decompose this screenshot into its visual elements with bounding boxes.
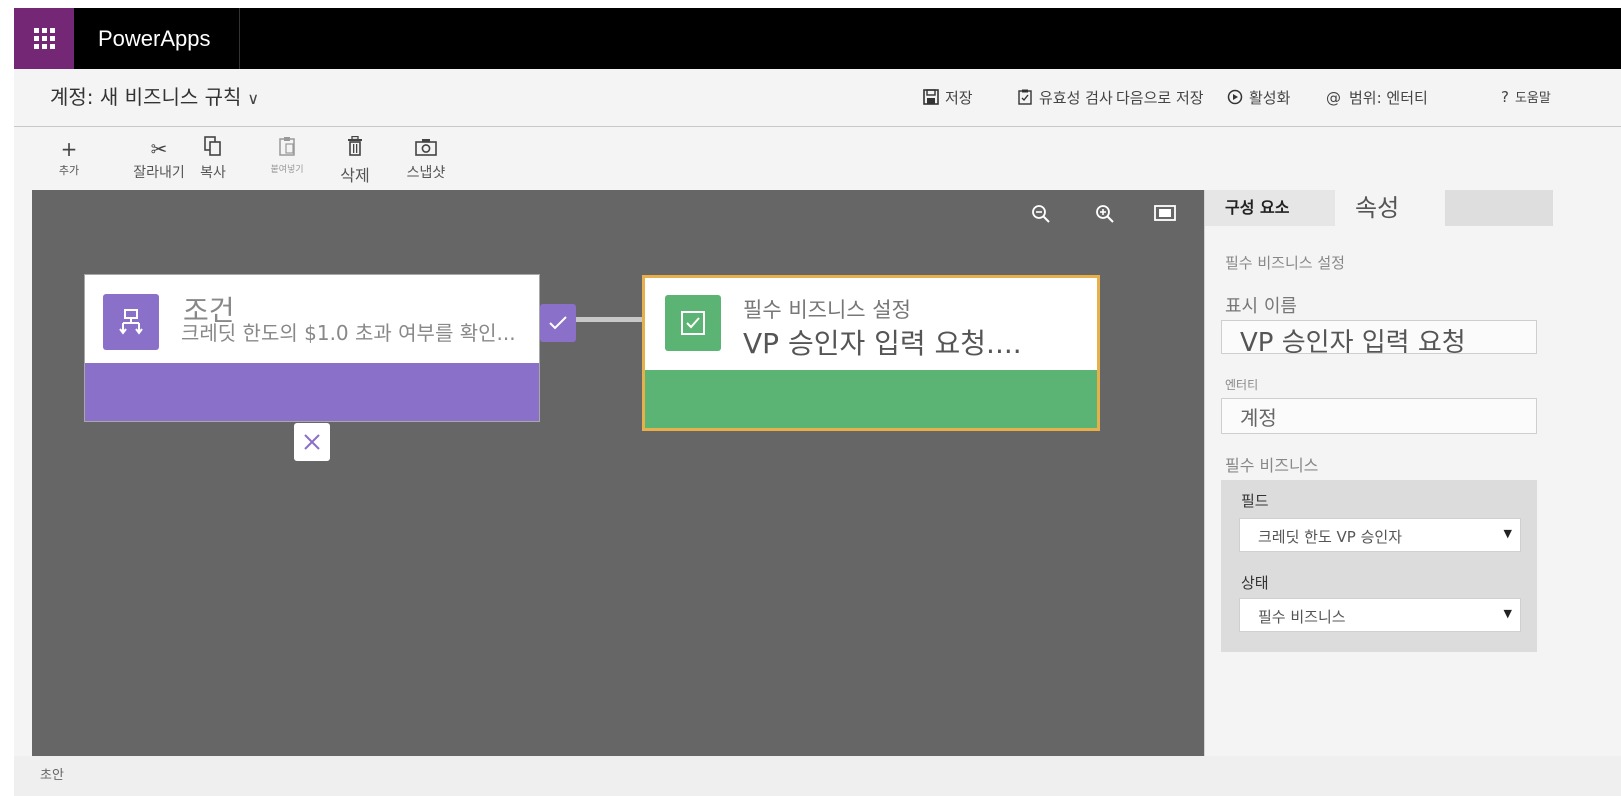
toolbar: + 추가 ✂ 잘라내기 복사 붙여넣기 삭제 스냅샷 xyxy=(14,128,1621,198)
condition-band xyxy=(85,363,539,421)
display-name-label: 표시 이름 xyxy=(1225,296,1297,317)
copy-icon xyxy=(194,136,232,162)
paste-icon xyxy=(264,136,310,162)
clipboard-check-icon xyxy=(1018,89,1032,105)
app-window: PowerApps 계정: 새 비즈니스 규칙 ∨ 저장 유효성 검사 다음으로 … xyxy=(14,8,1621,796)
status-select[interactable]: 필수 비즈니스 ▼ xyxy=(1239,598,1521,632)
tab-components[interactable]: 구성 요소 xyxy=(1205,190,1335,226)
top-bar: PowerApps xyxy=(14,8,1621,69)
save-as-button[interactable]: 다음으로 저장 xyxy=(1116,87,1204,108)
at-icon: @ xyxy=(1326,89,1341,107)
action-card[interactable]: 필수 비즈니스 설정 VP 승인자 입력 요청.... xyxy=(642,275,1100,431)
activate-icon xyxy=(1227,89,1243,105)
status-bar: 초안 xyxy=(14,756,1621,796)
rule-title-dropdown[interactable]: 계정: 새 비즈니스 규칙 ∨ xyxy=(50,81,259,110)
paste-button[interactable]: 붙여넣기 xyxy=(264,136,310,175)
checkbox-icon xyxy=(681,311,705,335)
scope-label: 범위: 엔터티 xyxy=(1349,89,1428,107)
status-label: 상태 xyxy=(1241,574,1269,592)
condition-branch-icon xyxy=(119,309,143,335)
section-title: 필수 비즈니스 설정 xyxy=(1225,254,1345,272)
save-as-label: 다음으로 저장 xyxy=(1116,89,1204,107)
action-badge xyxy=(665,295,721,351)
panel-tabs: 구성 요소 속성 xyxy=(1205,190,1553,226)
display-name-input[interactable]: VP 승인자 입력 요청 xyxy=(1221,320,1537,354)
delete-button[interactable]: 삭제 xyxy=(336,135,374,186)
delete-label: 삭제 xyxy=(340,166,370,185)
scissors-icon: ✂ xyxy=(150,137,168,161)
app-launcher-button[interactable] xyxy=(14,8,74,69)
cut-button[interactable]: ✂ 잘라내기 xyxy=(128,136,190,182)
designer-canvas[interactable]: 조건 크레딧 한도의 $1.0 초과 여부를 확인... 필수 비즈니스 설정 … xyxy=(32,190,1204,756)
plus-icon: + xyxy=(60,137,78,161)
validate-label: 유효성 검사 xyxy=(1039,89,1113,107)
save-label: 저장 xyxy=(945,89,973,107)
condition-description: 크레딧 한도의 $1.0 초과 여부를 확인... xyxy=(181,321,516,345)
validate-button[interactable]: 유효성 검사 xyxy=(1017,87,1113,108)
copy-label: 복사 xyxy=(200,165,226,181)
help-button[interactable]: ? 도움말 xyxy=(1501,87,1551,106)
add-button[interactable]: + 추가 xyxy=(54,136,84,178)
required-settings-group: 필드 크레딧 한도 VP 승인자 ▼ 상태 필수 비즈니스 ▼ xyxy=(1221,480,1537,652)
connector-line xyxy=(576,317,642,322)
help-label: 도움말 xyxy=(1514,91,1551,106)
entity-input[interactable]: 계정 xyxy=(1221,398,1537,434)
activate-label: 활성화 xyxy=(1249,89,1291,107)
action-band xyxy=(645,370,1097,428)
snapshot-label: 스냅샷 xyxy=(406,165,446,181)
status-select-value: 필수 비즈니스 xyxy=(1258,608,1346,626)
properties-panel: 구성 요소 속성 필수 비즈니스 설정 표시 이름 VP 승인자 입력 요청 엔… xyxy=(1204,190,1621,756)
add-label: 추가 xyxy=(58,164,80,177)
action-kind: 필수 비즈니스 설정 xyxy=(743,298,911,322)
checkmark-icon xyxy=(549,316,567,330)
trash-icon xyxy=(336,135,374,162)
app-brand: PowerApps xyxy=(74,8,240,69)
scope-selector[interactable]: @ 범위: 엔터티 xyxy=(1326,87,1428,108)
dropdown-arrow-icon: ▼ xyxy=(1503,607,1512,620)
status-text: 초안 xyxy=(40,768,64,783)
field-select-value: 크레딧 한도 VP 승인자 xyxy=(1258,528,1403,546)
required-label: 필수 비즈니스 xyxy=(1225,456,1319,475)
copy-button[interactable]: 복사 xyxy=(194,136,232,182)
save-button[interactable]: 저장 xyxy=(923,87,973,108)
fit-to-screen-icon[interactable] xyxy=(1152,204,1178,230)
paste-label: 붙여넣기 xyxy=(270,165,304,175)
cut-label: 잘라내기 xyxy=(133,165,185,181)
snapshot-button[interactable]: 스냅샷 xyxy=(400,136,452,182)
zoom-out-icon[interactable] xyxy=(1028,204,1054,230)
condition-true-node[interactable] xyxy=(540,304,576,342)
condition-false-node[interactable] xyxy=(294,423,330,461)
waffle-icon xyxy=(33,28,55,49)
camera-icon xyxy=(400,136,452,162)
condition-card[interactable]: 조건 크레딧 한도의 $1.0 초과 여부를 확인... xyxy=(84,274,540,422)
zoom-in-icon[interactable] xyxy=(1092,204,1118,230)
rule-title-text: 계정: 새 비즈니스 규칙 xyxy=(50,85,242,109)
entity-label: 엔터티 xyxy=(1225,378,1259,392)
close-icon xyxy=(304,434,320,450)
rule-header: 계정: 새 비즈니스 규칙 ∨ 저장 유효성 검사 다음으로 저장 활성화 @ 범위… xyxy=(14,69,1621,127)
save-icon xyxy=(923,89,939,105)
dropdown-arrow-icon: ▼ xyxy=(1503,527,1512,540)
tab-properties[interactable]: 속성 xyxy=(1335,190,1445,226)
chevron-down-icon: ∨ xyxy=(247,89,260,108)
action-description: VP 승인자 입력 요청.... xyxy=(743,327,1022,360)
field-select[interactable]: 크레딧 한도 VP 승인자 ▼ xyxy=(1239,518,1521,552)
activate-button[interactable]: 활성화 xyxy=(1227,87,1290,108)
condition-badge xyxy=(103,294,159,350)
field-label: 필드 xyxy=(1241,492,1269,510)
help-icon: ? xyxy=(1501,88,1509,106)
